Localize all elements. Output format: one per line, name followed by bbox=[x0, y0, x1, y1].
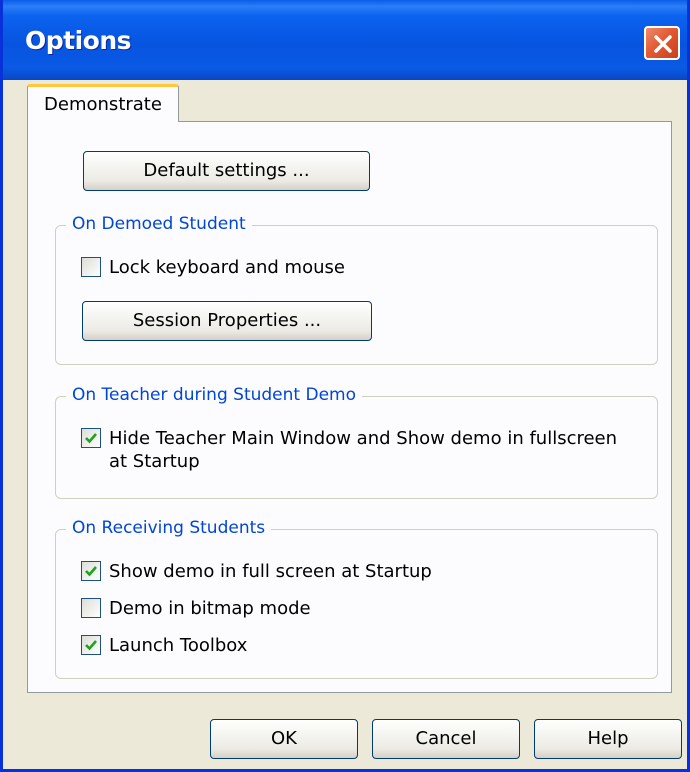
group-demoed-student-title: On Demoed Student bbox=[66, 214, 252, 234]
close-button[interactable] bbox=[644, 26, 680, 60]
bitmap-row[interactable]: Demo in bitmap mode bbox=[81, 598, 381, 622]
toolbox-checkbox[interactable] bbox=[81, 635, 101, 655]
help-label: Help bbox=[587, 728, 629, 749]
ok-label: OK bbox=[271, 728, 297, 749]
bitmap-label: Demo in bitmap mode bbox=[109, 598, 311, 619]
window-title: Options bbox=[25, 26, 132, 55]
hide-main-row[interactable]: Hide Teacher Main Window and Show demo i… bbox=[81, 428, 651, 478]
title-bar[interactable]: Options bbox=[3, 0, 687, 80]
lock-keyboard-row[interactable]: Lock keyboard and mouse bbox=[81, 257, 401, 281]
checkmark-icon bbox=[85, 433, 97, 444]
group-receiving-title: On Receiving Students bbox=[66, 518, 272, 538]
help-button[interactable]: Help bbox=[534, 719, 682, 759]
cancel-label: Cancel bbox=[415, 728, 477, 749]
hide-main-label: Hide Teacher Main Window and Show demo i… bbox=[109, 427, 617, 473]
group-teacher: On Teacher during Student Demo Hide Teac… bbox=[55, 385, 658, 499]
tab-demonstrate[interactable]: Demonstrate bbox=[27, 84, 179, 122]
group-teacher-title: On Teacher during Student Demo bbox=[66, 385, 362, 405]
default-settings-label: Default settings ... bbox=[143, 160, 310, 181]
lock-keyboard-label: Lock keyboard and mouse bbox=[109, 257, 345, 278]
close-icon bbox=[654, 35, 672, 53]
tab-demonstrate-label: Demonstrate bbox=[44, 94, 162, 115]
group-receiving: On Receiving Students Show demo in full … bbox=[55, 518, 658, 679]
lock-keyboard-checkbox[interactable] bbox=[81, 257, 101, 277]
default-settings-button[interactable]: Default settings ... bbox=[83, 151, 370, 191]
hide-main-checkbox[interactable] bbox=[81, 428, 101, 448]
ok-button[interactable]: OK bbox=[210, 719, 358, 759]
hide-main-label-line2: at Startup bbox=[109, 451, 200, 472]
session-properties-label: Session Properties ... bbox=[132, 310, 322, 331]
session-properties-button[interactable]: Session Properties ... bbox=[82, 301, 372, 341]
toolbox-row[interactable]: Launch Toolbox bbox=[81, 635, 341, 659]
checkmark-icon bbox=[85, 566, 97, 577]
group-demoed-student: On Demoed Student Lock keyboard and mous… bbox=[55, 214, 658, 365]
checkmark-icon bbox=[85, 640, 97, 651]
bitmap-checkbox[interactable] bbox=[81, 598, 101, 618]
tab-panel: Default settings ... On Demoed Student L… bbox=[27, 121, 672, 693]
fullscreen-row[interactable]: Show demo in full screen at Startup bbox=[81, 561, 481, 585]
options-dialog: Options Demonstrate Default settings ...… bbox=[0, 0, 690, 772]
fullscreen-checkbox[interactable] bbox=[81, 561, 101, 581]
cancel-button[interactable]: Cancel bbox=[372, 719, 520, 759]
fullscreen-label: Show demo in full screen at Startup bbox=[109, 561, 432, 582]
toolbox-label: Launch Toolbox bbox=[109, 635, 248, 656]
hide-main-label-line1: Hide Teacher Main Window and Show demo i… bbox=[109, 428, 618, 449]
